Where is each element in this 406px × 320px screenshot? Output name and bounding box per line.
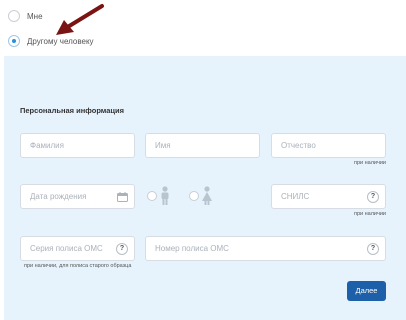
radio-button[interactable] [8,10,20,22]
female-icon [202,186,212,205]
male-icon [161,186,169,205]
gender-male-radio[interactable] [147,191,157,201]
patronymic-hint: при наличии [353,160,386,166]
radio-label-me: Мне [27,11,43,21]
policy-number-input[interactable]: Номер полиса ОМС ? [145,236,386,261]
snils-input[interactable]: СНИЛС ? [271,184,386,209]
gender-female-radio[interactable] [189,191,199,201]
patronymic-input[interactable]: Отчество [271,133,386,158]
next-button[interactable]: Далее [347,281,386,301]
policy-series-input[interactable]: Серия полиса ОМС ? [20,236,135,261]
help-icon[interactable]: ? [367,191,379,203]
birth-date-placeholder: Дата рождения [30,192,87,201]
policy-series-placeholder: Серия полиса ОМС [30,244,103,253]
snils-hint: при наличии [353,211,386,217]
last-name-input[interactable]: Фамилия [20,133,135,158]
policy-number-placeholder: Номер полиса ОМС [155,244,229,253]
first-name-input[interactable]: Имя [145,133,260,158]
section-title: Персональная информация [20,106,125,115]
calendar-icon[interactable] [117,192,128,202]
first-name-placeholder: Имя [155,141,171,150]
policy-series-hint: при наличии, для полиса старого образца [24,263,132,269]
snils-placeholder: СНИЛС [281,192,310,201]
gender-male-option[interactable] [147,186,171,206]
radio-option-me[interactable]: Мне [8,10,43,22]
annotation-arrow-icon [56,4,104,35]
help-icon[interactable]: ? [367,243,379,255]
birth-date-input[interactable]: Дата рождения [20,184,135,209]
radio-button-selected[interactable] [8,35,20,47]
patronymic-placeholder: Отчество [281,141,316,150]
gender-female-option[interactable] [189,186,213,206]
last-name-placeholder: Фамилия [30,141,64,150]
help-icon[interactable]: ? [116,243,128,255]
